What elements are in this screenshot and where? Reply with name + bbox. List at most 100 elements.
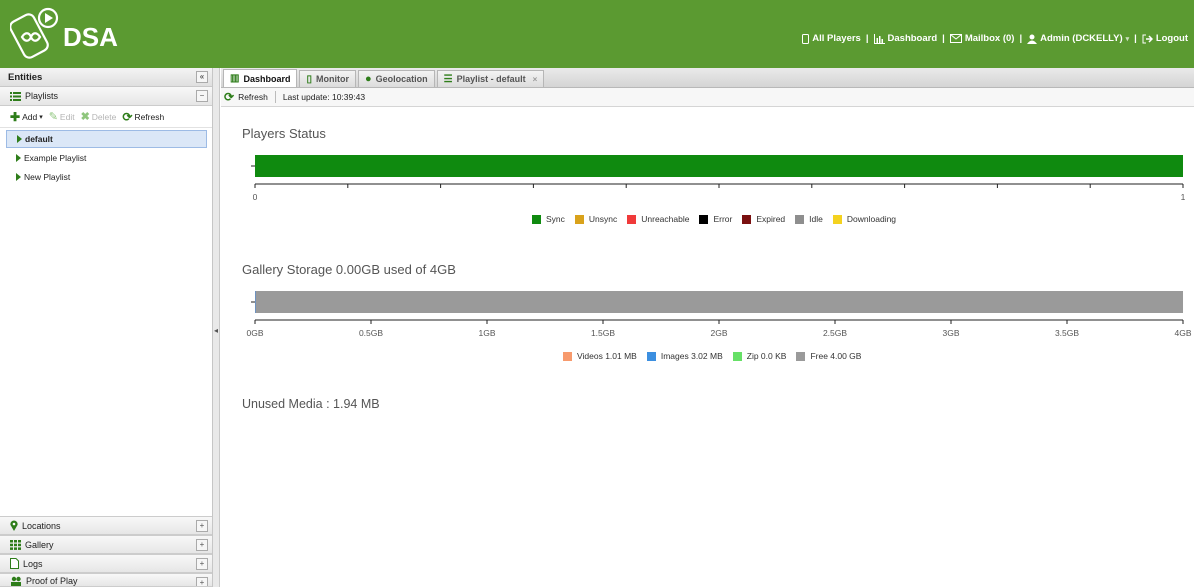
- legend-label: Unsync: [588, 214, 618, 224]
- list-icon: ☰: [443, 73, 453, 85]
- tab-geolocation-label: Geolocation: [375, 74, 428, 84]
- phone-icon: ▯: [306, 73, 312, 85]
- user-icon: [1027, 34, 1038, 44]
- legend-item[interactable]: Images 3.02 MB: [646, 351, 723, 361]
- triangle-right-icon: [16, 154, 21, 162]
- gallery-storage-legend: Videos 1.01 MB Images 3.02 MB Zip 0.0 KB Fr…: [563, 351, 861, 361]
- players-status-legend: Sync Unsync Unreachable Error Expired Idle Dow…: [532, 214, 896, 224]
- legend-item[interactable]: Videos 1.01 MB: [563, 351, 637, 361]
- proof-of-play-label: Proof of Play: [26, 576, 78, 586]
- nav-all-players-label: All Players: [812, 33, 861, 44]
- logs-toggle-button[interactable]: +: [196, 558, 208, 570]
- legend-swatch: [796, 351, 806, 361]
- x-tick-label: 1.5GB: [590, 328, 616, 338]
- legend-item[interactable]: Sync: [532, 214, 565, 224]
- dashboard-toolbar: ⟳ Refresh Last update: 10:39:43: [221, 88, 1194, 107]
- legend-item[interactable]: Downloading: [832, 214, 897, 224]
- nav-logout[interactable]: Logout: [1142, 33, 1188, 44]
- legend-item[interactable]: Error: [699, 214, 732, 224]
- map-marker-icon: [10, 520, 18, 531]
- sidebar-splitter[interactable]: ◂: [213, 68, 220, 587]
- nav-separator: |: [942, 33, 945, 44]
- tab-dashboard[interactable]: ▥ Dashboard: [223, 69, 298, 87]
- legend-swatch: [563, 351, 572, 361]
- playlist-item-new[interactable]: New Playlist: [6, 168, 207, 186]
- playlist-item-default[interactable]: default: [6, 130, 207, 148]
- playlists-panel-header[interactable]: Playlists −: [0, 87, 212, 106]
- caret-left-icon: ◂: [214, 326, 219, 335]
- legend-label: Unreachable: [641, 214, 690, 224]
- legend-item[interactable]: Unsync: [574, 214, 618, 224]
- locations-toggle-button[interactable]: +: [196, 520, 208, 532]
- nav-mailbox[interactable]: Mailbox (0): [949, 33, 1014, 44]
- dsa-logo-icon: [10, 7, 59, 59]
- locations-panel-header[interactable]: Locations +: [0, 516, 212, 535]
- entities-header: Entities «: [0, 68, 212, 87]
- tab-playlist-default[interactable]: ☰ Playlist - default ×: [436, 70, 545, 87]
- users-icon: [11, 576, 21, 586]
- add-button[interactable]: ✚ Add ▾: [10, 110, 43, 124]
- legend-item[interactable]: Unreachable: [627, 214, 689, 224]
- tab-geolocation[interactable]: ● Geolocation: [357, 70, 435, 87]
- legend-label: Downloading: [846, 214, 897, 224]
- nav-admin-label: Admin (DCKELLY): [1040, 33, 1123, 44]
- collapse-sidebar-button[interactable]: «: [196, 71, 208, 83]
- toolbar-divider: [274, 91, 276, 103]
- app-name: DSA: [63, 22, 118, 52]
- entities-title: Entities: [8, 71, 43, 83]
- players-status-chart: [251, 155, 1184, 188]
- legend-swatch: [699, 214, 709, 224]
- bar-segment-free[interactable]: [255, 291, 1184, 313]
- legend-item[interactable]: Free 4.00 GB: [796, 351, 861, 361]
- legend-item[interactable]: Idle: [795, 214, 823, 224]
- x-tick-label: 3.5GB: [1054, 328, 1080, 338]
- bar-segment-sync[interactable]: [255, 155, 1183, 177]
- locations-label: Locations: [22, 520, 61, 531]
- gallery-panel-header[interactable]: Gallery +: [0, 535, 212, 554]
- nav-all-players[interactable]: All Players: [802, 33, 861, 44]
- gallery-label: Gallery: [25, 539, 54, 550]
- x-tick-label: 0: [252, 192, 258, 202]
- app-header: DSA All Players | Dashboard | Mailbox (0…: [0, 0, 1194, 68]
- tab-monitor[interactable]: ▯ Monitor: [299, 70, 356, 87]
- triangle-right-icon: [16, 173, 21, 181]
- delete-button[interactable]: ✖ Delete: [81, 110, 117, 123]
- logs-panel-header[interactable]: Logs +: [0, 554, 212, 573]
- caret-down-icon: ▾: [39, 113, 43, 121]
- nav-admin[interactable]: Admin (DCKELLY) ▾: [1027, 33, 1129, 44]
- refresh-icon: ⟳: [224, 90, 235, 104]
- legend-label: Error: [713, 214, 733, 224]
- legend-item[interactable]: Expired: [742, 214, 785, 224]
- phone-icon: [802, 33, 810, 44]
- gallery-storage-chart: [251, 291, 1184, 324]
- close-tab-icon[interactable]: ×: [533, 75, 538, 84]
- legend-label: Idle: [809, 214, 823, 224]
- gallery-toggle-button[interactable]: +: [196, 539, 208, 551]
- last-update-text: Last update: 10:39:43: [282, 92, 366, 102]
- playlist-item-label: Example Playlist: [24, 153, 87, 163]
- logs-label: Logs: [23, 558, 43, 569]
- playlists-toolbar: ✚ Add ▾ ✎ Edit ✖ Delete ⟳ Refresh: [0, 106, 212, 128]
- tab-bar: ▥ Dashboard ▯ Monitor ● Geolocation ☰ Pl…: [221, 68, 1194, 88]
- logout-icon: [1142, 34, 1153, 43]
- nav-separator: |: [1019, 33, 1023, 44]
- delete-icon: ✖: [80, 111, 90, 123]
- legend-label: Free 4.00 GB: [810, 351, 862, 361]
- proof-of-play-toggle-button[interactable]: +: [196, 577, 208, 586]
- x-tick-label: 2GB: [710, 328, 728, 338]
- add-label: Add: [22, 111, 38, 122]
- legend-swatch: [742, 214, 752, 224]
- legend-swatch: [627, 214, 637, 224]
- dashboard-refresh-button[interactable]: Refresh: [238, 92, 268, 102]
- playlist-item-example[interactable]: Example Playlist: [6, 149, 207, 167]
- edit-icon: ✎: [48, 111, 58, 123]
- edit-button[interactable]: ✎ Edit: [49, 110, 75, 123]
- legend-label: Expired: [756, 214, 786, 224]
- proof-of-play-panel-header[interactable]: Proof of Play +: [0, 573, 212, 587]
- playlists-toggle-button[interactable]: −: [196, 90, 208, 102]
- tab-playlist-label: Playlist - default: [456, 74, 526, 84]
- legend-label: Videos 1.01 MB: [577, 351, 637, 361]
- nav-dashboard[interactable]: Dashboard: [873, 33, 937, 44]
- legend-item[interactable]: Zip 0.0 KB: [732, 351, 786, 361]
- refresh-button[interactable]: ⟳ Refresh: [122, 110, 164, 124]
